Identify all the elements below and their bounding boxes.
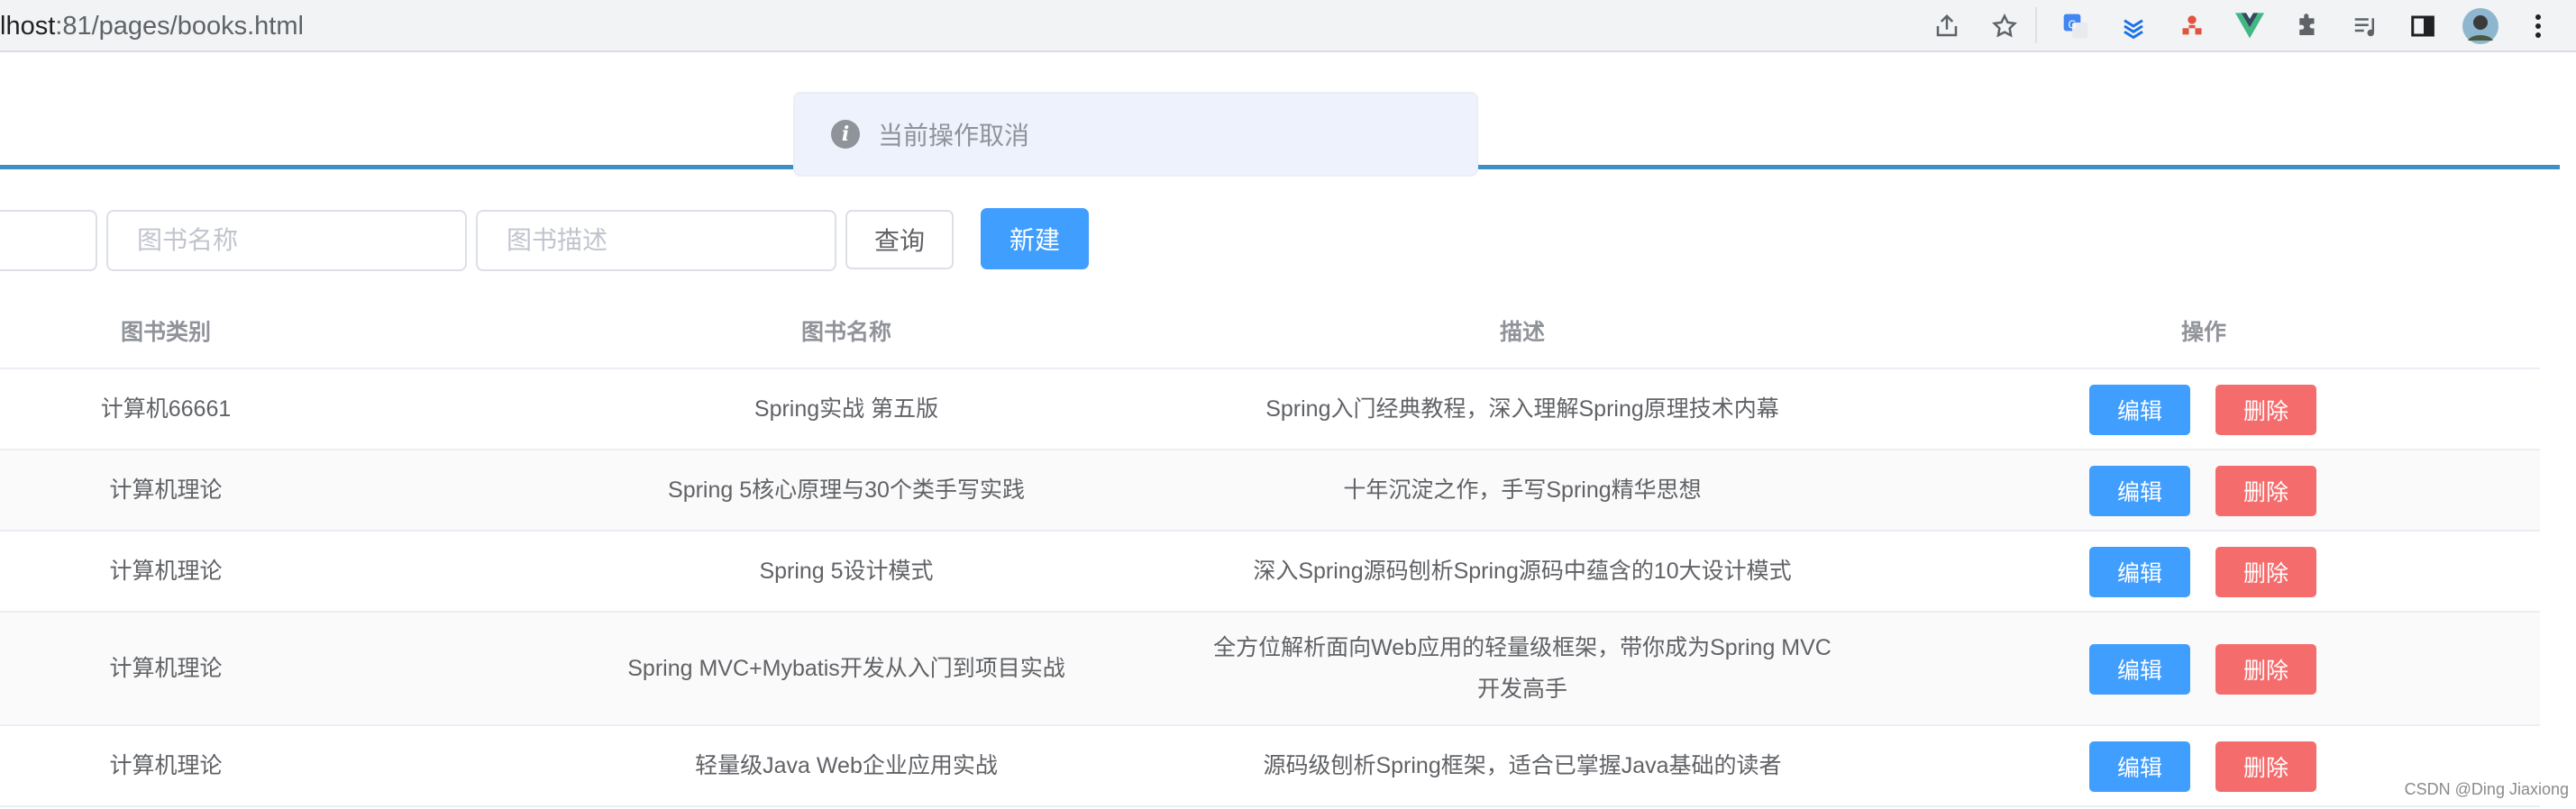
- book-description-input[interactable]: 图书描述: [476, 210, 836, 271]
- info-icon: i: [831, 120, 860, 149]
- header-description: 描述: [1499, 320, 1545, 345]
- description-cell: 十年沉淀之作，手写Spring精华思想: [1184, 450, 1860, 530]
- header-operations: 操作: [2180, 320, 2226, 345]
- edit-button[interactable]: 编辑: [2089, 644, 2190, 695]
- book-name-input[interactable]: 图书名称: [106, 210, 467, 271]
- translate-icon[interactable]: G: [2057, 7, 2095, 45]
- svg-text:G: G: [2068, 19, 2076, 32]
- url-host: lhost: [0, 12, 56, 41]
- description-cell: 深入Spring源码刨析Spring源码中蕴含的10大设计模式: [1184, 532, 1860, 611]
- delete-button[interactable]: 删除: [2215, 741, 2316, 792]
- table-header-row: 图书类别 图书名称 描述 操作: [0, 297, 2540, 369]
- new-button[interactable]: 新建: [981, 208, 1089, 269]
- browser-toolbar: lhost:81/pages/books.html G: [0, 0, 2576, 52]
- name-cell: 轻量级Java Web企业应用实战: [695, 753, 998, 778]
- delete-button[interactable]: 删除: [2215, 385, 2316, 435]
- category-cell: 计算机理论: [109, 477, 223, 503]
- table-row: 计算机66661 Spring实战 第五版 Spring入门经典教程，深入理解S…: [0, 369, 2540, 450]
- extension-red-icon[interactable]: [2173, 7, 2211, 45]
- description-cell: Spring入门经典教程，深入理解Spring原理技术内幕: [1184, 369, 1860, 449]
- edit-button[interactable]: 编辑: [2089, 385, 2190, 435]
- query-button[interactable]: 查询: [845, 210, 954, 269]
- name-cell: Spring 5核心原理与30个类手写实践: [668, 477, 1025, 503]
- header-category: 图书类别: [120, 320, 211, 345]
- sidebar-icon[interactable]: [2404, 7, 2442, 45]
- toolbar-divider: [2035, 7, 2037, 43]
- menu-dots-icon[interactable]: [2519, 7, 2557, 45]
- description-text: Spring入门经典教程，深入理解Spring原理技术内幕: [1265, 396, 1779, 422]
- table-row: 计算机理论 轻量级Java Web企业应用实战 源码级刨析Spring框架，适合…: [0, 726, 2540, 807]
- category-cell: 计算机理论: [109, 559, 223, 584]
- name-cell: Spring MVC+Mybatis开发从入门到项目实战: [627, 656, 1065, 681]
- table-row: 计算机理论 Spring MVC+Mybatis开发从入门到项目实战 全方位解析…: [0, 613, 2540, 726]
- category-cell: 计算机理论: [109, 656, 223, 681]
- vue-icon[interactable]: [2231, 7, 2269, 45]
- header-name: 图书名称: [800, 320, 891, 345]
- description-text: 全方位解析面向Web应用的轻量级框架，带你成为Spring MVC开发高手: [1213, 635, 1832, 702]
- table-row: 计算机理论 Spring 5设计模式 深入Spring源码刨析Spring源码中…: [0, 532, 2540, 613]
- description-cell: 全方位解析面向Web应用的轻量级框架，带你成为Spring MVC开发高手: [1184, 613, 1860, 724]
- edit-button[interactable]: 编辑: [2089, 547, 2190, 597]
- info-message-toast: i 当前操作取消: [793, 92, 1478, 177]
- name-cell: Spring 5设计模式: [759, 559, 934, 584]
- description-text: 源码级刨析Spring框架，适合已掌握Java基础的读者: [1263, 753, 1782, 778]
- name-cell: Spring实战 第五版: [754, 396, 939, 422]
- description-text: 十年沉淀之作，手写Spring精华思想: [1343, 477, 1702, 503]
- playlist-icon[interactable]: [2346, 7, 2384, 45]
- edit-button[interactable]: 编辑: [2089, 741, 2190, 792]
- profile-avatar[interactable]: [2462, 7, 2499, 45]
- puzzle-icon[interactable]: [2288, 7, 2326, 45]
- category-cell: 计算机理论: [109, 753, 223, 778]
- delete-button[interactable]: 删除: [2215, 466, 2316, 516]
- delete-button[interactable]: 删除: [2215, 547, 2316, 597]
- category-cell: 计算机66661: [100, 396, 232, 422]
- description-text: 深入Spring源码刨析Spring源码中蕴含的10大设计模式: [1253, 559, 1792, 584]
- table-row: 计算机理论 Spring 5核心原理与30个类手写实践 十年沉淀之作，手写Spr…: [0, 450, 2540, 532]
- layers-icon[interactable]: [2115, 7, 2152, 45]
- edit-button[interactable]: 编辑: [2089, 466, 2190, 516]
- share-icon[interactable]: [1928, 7, 1966, 45]
- url-path: :81/pages/books.html: [55, 12, 304, 41]
- watermark: CSDN @Ding Jiaxiong: [2404, 780, 2569, 798]
- description-cell: 源码级刨析Spring框架，适合已掌握Java基础的读者: [1184, 726, 1860, 805]
- book-type-input[interactable]: [0, 210, 97, 271]
- star-icon[interactable]: [1986, 7, 2023, 45]
- delete-button[interactable]: 删除: [2215, 644, 2316, 695]
- address-bar[interactable]: lhost:81/pages/books.html: [0, 5, 304, 47]
- toast-message: 当前操作取消: [878, 122, 1030, 150]
